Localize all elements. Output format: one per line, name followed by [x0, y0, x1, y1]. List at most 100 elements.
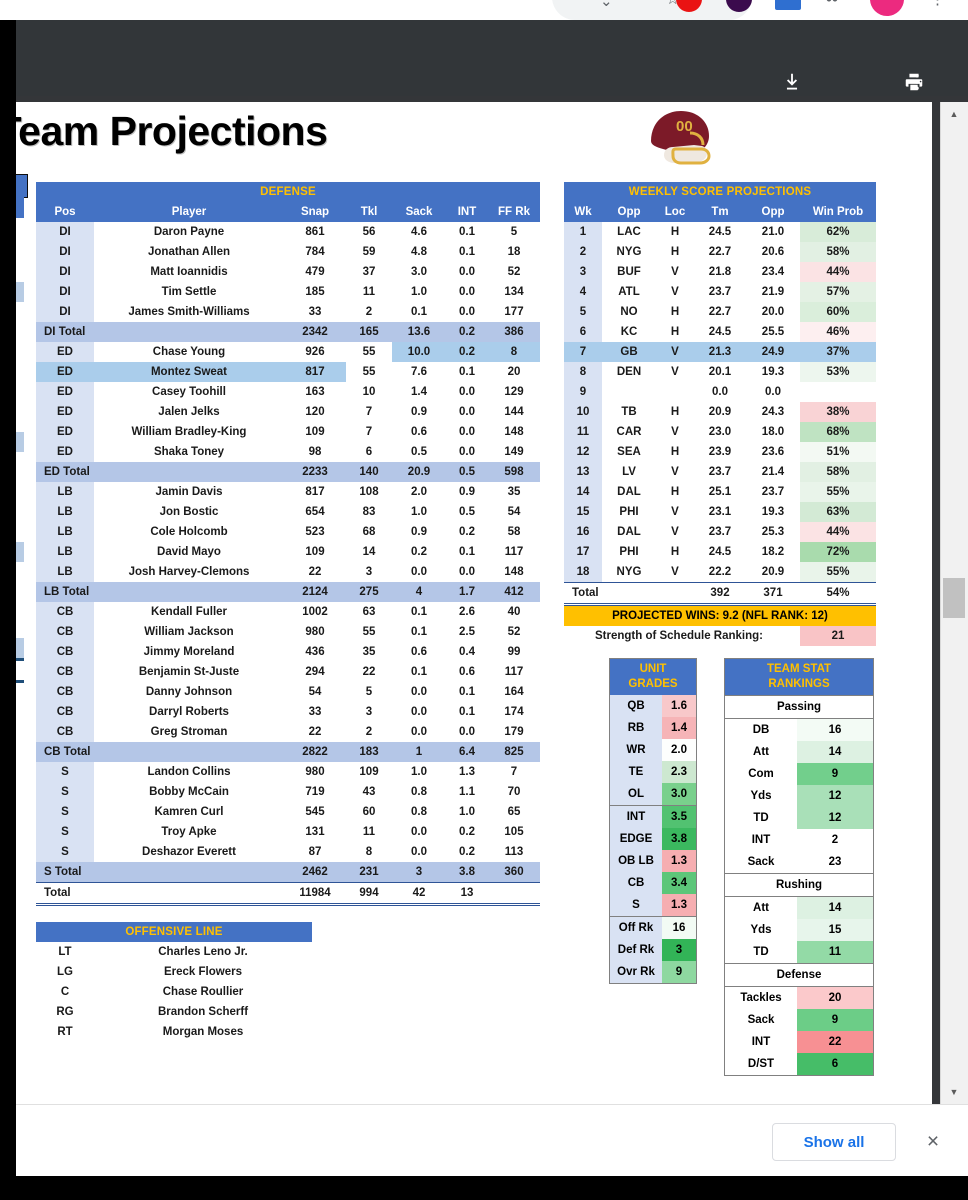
cell-opp-score: 25.3 — [746, 522, 800, 542]
extension-icon-pink[interactable] — [870, 0, 904, 16]
defense-subtotal-row: ED Total 2233 140 20.9 0.5 598 — [36, 462, 540, 482]
left-table-fragment — [16, 432, 24, 452]
cell-sack: 0.2 — [392, 542, 446, 562]
cell-int: 0.1 — [446, 682, 488, 702]
cell-ffrk: 164 — [488, 682, 540, 702]
chevron-down-icon[interactable]: ⌄ — [600, 0, 613, 9]
cell-team-score: 23.9 — [694, 442, 746, 462]
unit-grade-label: OL — [610, 783, 662, 806]
scroll-down-glyph: ▼ — [949, 1087, 959, 1097]
scroll-up-arrow[interactable]: ▲ — [940, 104, 968, 124]
scroll-down-arrow[interactable]: ▼ — [940, 1082, 968, 1102]
table-row: S Kamren Curl 545 60 0.8 1.0 65 — [36, 802, 540, 822]
cell-location: V — [656, 562, 694, 583]
table-row: 17 PHI H 24.5 18.2 72% — [564, 542, 876, 562]
table-row: S Landon Collins 980 109 1.0 1.3 7 — [36, 762, 540, 782]
cell-sack: 4 — [392, 582, 446, 602]
cell-snap: 861 — [284, 222, 346, 242]
cell-int: 0.0 — [446, 302, 488, 322]
cell-week: 4 — [564, 282, 602, 302]
row-label: S Total — [36, 862, 94, 883]
table-row: ED Jalen Jelks 120 7 0.9 0.0 144 — [36, 402, 540, 422]
cell-tkl: 108 — [346, 482, 392, 502]
show-all-button[interactable]: Show all — [772, 1123, 896, 1161]
download-button[interactable] — [776, 66, 808, 98]
cell-player: Danny Johnson — [94, 682, 284, 702]
left-table-fragment — [16, 542, 24, 562]
cell-opponent: NYG — [602, 242, 656, 262]
unit-grade-row: WR 2.0 — [610, 739, 696, 761]
cell-snap: 817 — [284, 362, 346, 382]
table-row: ED William Bradley-King 109 7 0.6 0.0 148 — [36, 422, 540, 442]
cell-sack: 0.6 — [392, 422, 446, 442]
team-rank-label: INT — [751, 834, 771, 846]
dots-icon[interactable]: •• — [826, 0, 838, 8]
cell-sack: 10.0 — [392, 342, 446, 362]
cell-opp-score: 18.2 — [746, 542, 800, 562]
unit-grade-label: OB LB — [610, 850, 662, 872]
table-row: DI Matt Ioannidis 479 37 3.0 0.0 52 — [36, 262, 540, 282]
more-vertical-icon[interactable]: ⋮ — [930, 0, 945, 7]
table-row: CB Kendall Fuller 1002 63 0.1 2.6 40 — [36, 602, 540, 622]
weekly-col-opp: Opp — [602, 202, 656, 222]
cell-location: V — [656, 262, 694, 282]
cell-location — [656, 382, 694, 402]
cell-week: 18 — [564, 562, 602, 583]
unit-grade-row: QB 1.6 — [610, 695, 696, 717]
cell-snap: 719 — [284, 782, 346, 802]
table-row: DI Daron Payne 861 56 4.6 0.1 5 — [36, 222, 540, 242]
cell-ffrk: 18 — [488, 242, 540, 262]
unit-grade-row: S 1.3 — [610, 894, 696, 917]
cell-tkl: 5 — [346, 682, 392, 702]
cell-pos: DI — [36, 302, 94, 322]
cell-snap: 163 — [284, 382, 346, 402]
team-rank-label: TD — [753, 812, 769, 824]
table-row: LB David Mayo 109 14 0.2 0.1 117 — [36, 542, 540, 562]
defense-col-snap: Snap — [284, 202, 346, 222]
strength-of-schedule-value: 21 — [800, 626, 876, 646]
cell-player: Kamren Curl — [94, 802, 284, 822]
weekly-total-blank — [656, 582, 694, 606]
cell-location: V — [656, 422, 694, 442]
cell-snap: 2342 — [284, 322, 346, 342]
defense-rows: DI Daron Payne 861 56 4.6 0.1 5 DI Jonathan Alle… — [36, 222, 540, 906]
cell-sack: 3.0 — [392, 262, 446, 282]
extension-icon-blue[interactable] — [775, 0, 801, 10]
cell-snap: 436 — [284, 642, 346, 662]
unit-grade-value: 3.8 — [662, 828, 696, 850]
cell-snap: 98 — [284, 442, 346, 462]
vertical-scrollbar-thumb[interactable] — [943, 578, 965, 618]
cell-snap: 54 — [284, 682, 346, 702]
weekly-col-tm: Tm — [694, 202, 746, 222]
table-row: LB Jon Bostic 654 83 1.0 0.5 54 — [36, 502, 540, 522]
unit-grade-label: Ovr Rk — [610, 961, 662, 983]
cell-ffrk: 20 — [488, 362, 540, 382]
cell-sack: 7.6 — [392, 362, 446, 382]
cell-location: V — [656, 502, 694, 522]
unit-grade-value: 2.0 — [662, 739, 696, 761]
cell-ffrk: 105 — [488, 822, 540, 842]
cell-win-prob: 72% — [800, 542, 876, 562]
table-row: 6 KC H 24.5 25.5 46% — [564, 322, 876, 342]
more-actions-button[interactable] — [901, 66, 933, 98]
cell-win-prob — [800, 382, 876, 402]
cell-ffrk: 8 — [488, 342, 540, 362]
cell-ol-pos: RG — [36, 1002, 94, 1022]
left-table-fragment-total — [16, 680, 24, 683]
table-row: 13 LV V 23.7 21.4 58% — [564, 462, 876, 482]
cell-int: 0.0 — [446, 262, 488, 282]
cell-tkl: 275 — [346, 582, 392, 602]
cell-week: 15 — [564, 502, 602, 522]
cell-pos: LB — [36, 542, 94, 562]
cell-sack: 2.0 — [392, 482, 446, 502]
cell-pos: LB — [36, 502, 94, 522]
cell-week: 12 — [564, 442, 602, 462]
team-rank-row: Sack 23 — [725, 851, 874, 874]
cell-snap: 22 — [284, 562, 346, 582]
cell-tkl: 6 — [346, 442, 392, 462]
row-player — [94, 322, 284, 342]
close-icon[interactable]: × — [920, 1129, 946, 1155]
team-rank-label: Yds — [750, 790, 772, 802]
team-rank-value: 14 — [797, 896, 874, 919]
cell-pos: LB — [36, 522, 94, 542]
